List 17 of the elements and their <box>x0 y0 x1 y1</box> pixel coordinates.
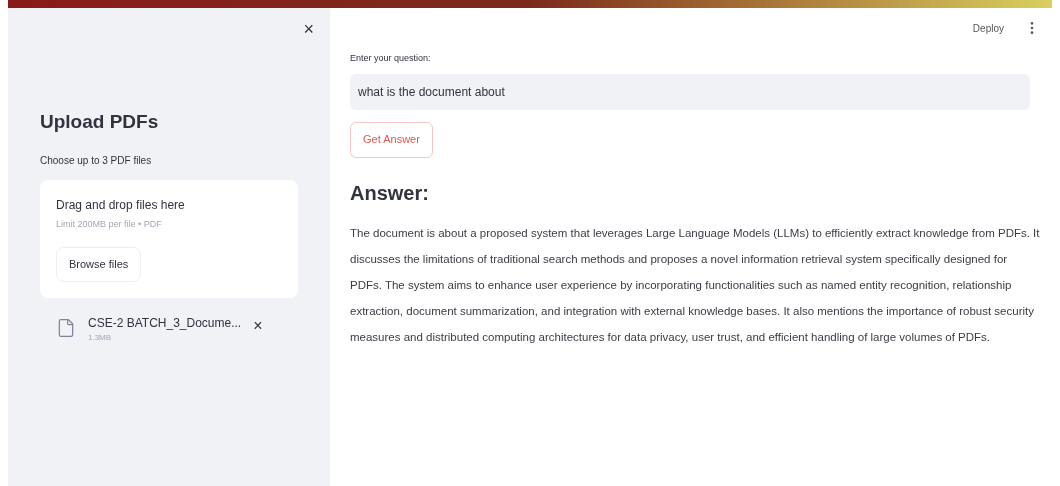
answer-text: The document is about a proposed system that leverages Large Language Models (LLMs) to efficiently extract knowledge from PDFs. It discusses the limitations of traditional search methods and proposes a novel information retrieval system specifically designed for PDFs. The system aims to enhance user experience by incorporating functionalities such as named entity recognition, relationship extraction, document summarization, and integration with external knowledge bases. It also mentions the importance of robust security measures and distributed computing architectures for data privacy, user trust, and efficient handling of large volumes of PDFs. <box>350 225 1040 345</box>
answer-heading: Answer: <box>350 180 430 206</box>
sidebar-title: Upload PDFs <box>40 110 160 134</box>
upload-limit: Limit 200MB per file • PDF <box>56 217 162 231</box>
question-input[interactable]: what is the document about <box>350 73 1030 110</box>
close-button[interactable]: × <box>303 20 314 38</box>
file-name: CSE-2 BATCH_3_Docume... <box>88 314 242 332</box>
file-icon <box>56 317 76 338</box>
drop-zone[interactable]: Drag and drop files here Limit 200MB per file • PDF Browse files <box>40 179 298 298</box>
file-size: 1.3MB <box>88 331 113 344</box>
remove-file-button[interactable]: × <box>253 317 263 334</box>
drop-instructions: Drag and drop files here <box>56 196 185 214</box>
deploy-button[interactable]: Deploy <box>972 20 1004 36</box>
question-label: Enter your question: <box>350 52 432 65</box>
browse-files-button[interactable]: Browse files <box>56 247 142 282</box>
uploader-label: Choose up to 3 PDF files <box>40 153 153 168</box>
get-answer-button[interactable]: Get Answer <box>350 121 433 158</box>
